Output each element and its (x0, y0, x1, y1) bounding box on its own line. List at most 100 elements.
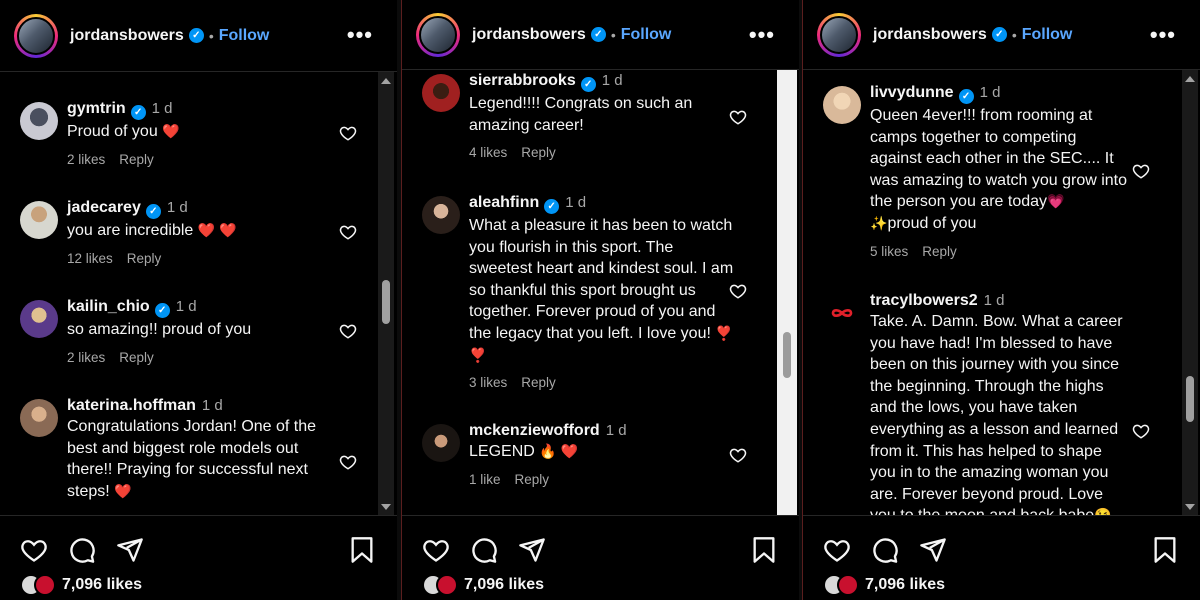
likes-summary[interactable]: 7,096 likes (20, 574, 142, 596)
post-username[interactable]: jordansbowers (472, 26, 586, 44)
comment-username[interactable]: katerina.hoffman (67, 397, 196, 414)
action-bar (422, 536, 546, 564)
commenter-avatar[interactable] (20, 102, 58, 140)
comment-username[interactable]: kailin_chio (67, 298, 150, 315)
share-icon[interactable] (919, 536, 947, 564)
separator-dot: • (1011, 26, 1017, 43)
sparkles-emoji: ✨ (870, 214, 888, 231)
commenter-avatar[interactable] (422, 424, 460, 462)
action-bar (20, 536, 144, 564)
profile-avatar[interactable] (14, 13, 58, 58)
commenter-avatar[interactable] (422, 196, 460, 234)
heart-icon[interactable] (339, 322, 357, 340)
scroll-down-icon[interactable] (381, 504, 391, 510)
save-icon[interactable] (751, 536, 777, 564)
scrollbar[interactable] (1182, 70, 1198, 516)
reply-button[interactable]: Reply (922, 244, 957, 259)
follow-button[interactable]: Follow (1022, 26, 1073, 44)
reply-button[interactable]: Reply (119, 152, 154, 167)
scroll-down-icon[interactable] (1185, 504, 1195, 510)
commenter-avatar[interactable] (20, 300, 58, 338)
comment-item: katerina.hoffman 1 d Congratulations Jord… (20, 397, 367, 502)
profile-avatar[interactable] (817, 12, 861, 57)
separator-dot: • (610, 26, 616, 43)
comment-username[interactable]: jadecarey (67, 199, 141, 216)
heart-icon[interactable] (729, 282, 747, 300)
comment-item: jadecarey ✓ 1 d you are incredible ❤️ ❤️ 1… (20, 199, 367, 266)
heart-icon[interactable] (1132, 162, 1150, 180)
post-panel-2: jordansbowers ✓ • Follow ••• sierrabbroo… (401, 0, 799, 600)
share-icon[interactable] (518, 536, 546, 564)
comment-icon[interactable] (470, 536, 498, 564)
scrollbar[interactable] (378, 72, 394, 516)
comment-icon[interactable] (68, 536, 96, 564)
post-panel-1: jordansbowers ✓ • Follow ••• gymtrin ✓ 1 d… (0, 0, 397, 600)
scrollbar-thumb[interactable] (382, 280, 390, 324)
share-icon[interactable] (116, 536, 144, 564)
likes-count[interactable]: 7,096 likes (62, 576, 142, 594)
like-heart-icon[interactable] (20, 536, 48, 564)
like-heart-icon[interactable] (823, 536, 851, 564)
likes-summary[interactable]: 7,096 likes (422, 574, 544, 596)
reply-button[interactable]: Reply (521, 145, 556, 160)
scrollbar[interactable] (777, 70, 797, 516)
reply-button[interactable]: Reply (119, 350, 154, 365)
comment-username[interactable]: aleahfinn (469, 194, 539, 211)
more-icon[interactable]: ••• (347, 22, 373, 48)
save-icon[interactable] (1152, 536, 1178, 564)
more-icon[interactable]: ••• (749, 22, 775, 48)
commenter-avatar[interactable] (823, 294, 861, 332)
save-icon[interactable] (349, 536, 375, 564)
comment-icon[interactable] (871, 536, 899, 564)
like-heart-icon[interactable] (422, 536, 450, 564)
profile-avatar[interactable] (416, 12, 460, 57)
comment-text: Legend!!!! Congrats on such an amazing c… (469, 95, 693, 134)
heart-icon[interactable] (729, 108, 747, 126)
post-panel-3: jordansbowers ✓ • Follow ••• livvydunne ✓… (802, 0, 1200, 600)
comment-likes[interactable]: 3 likes (469, 375, 507, 390)
heart-icon[interactable] (339, 124, 357, 142)
comment-text: Proud of you ❤️ (67, 121, 367, 143)
reply-button[interactable]: Reply (521, 375, 556, 390)
post-username[interactable]: jordansbowers (70, 27, 184, 45)
comment-text-body: Congratulations Jordan! One of the best … (67, 418, 317, 500)
likes-count[interactable]: 7,096 likes (865, 576, 945, 594)
follow-button[interactable]: Follow (219, 27, 270, 45)
more-icon[interactable]: ••• (1150, 22, 1176, 48)
comment-likes[interactable]: 5 likes (870, 244, 908, 259)
scroll-up-icon[interactable] (1185, 76, 1195, 82)
comment-username[interactable]: mckenziewofford (469, 422, 600, 439)
commenter-avatar[interactable] (20, 201, 58, 239)
comment-likes[interactable]: 1 like (469, 472, 501, 487)
heart-icon[interactable] (339, 223, 357, 241)
verified-icon: ✓ (544, 199, 560, 214)
scrollbar-thumb[interactable] (1186, 376, 1194, 422)
liker-avatar (436, 574, 458, 596)
actions-divider (803, 515, 1200, 516)
comment-username[interactable]: tracylbowers2 (870, 292, 978, 309)
comment-likes[interactable]: 4 likes (469, 145, 507, 160)
post-username[interactable]: jordansbowers (873, 26, 987, 44)
comment-username[interactable]: livvydunne (870, 84, 954, 101)
follow-button[interactable]: Follow (621, 26, 672, 44)
likes-summary[interactable]: 7,096 likes (823, 574, 945, 596)
heart-icon[interactable] (339, 453, 357, 471)
commenter-avatar[interactable] (20, 399, 58, 437)
likes-count[interactable]: 7,096 likes (464, 576, 544, 594)
commenter-avatar[interactable] (422, 74, 460, 112)
heart-icon[interactable] (729, 446, 747, 464)
comment-likes[interactable]: 12 likes (67, 251, 113, 266)
heart-icon[interactable] (1132, 422, 1150, 440)
comment-likes[interactable]: 2 likes (67, 152, 105, 167)
reply-button[interactable]: Reply (127, 251, 162, 266)
scrollbar-thumb[interactable] (783, 332, 791, 378)
comment-likes[interactable]: 2 likes (67, 350, 105, 365)
commenter-avatar[interactable] (823, 86, 861, 124)
comments-list: sierrabbrooks ✓ 1 d Legend!!!! Congrats on… (402, 70, 777, 516)
post-header: jordansbowers ✓ • Follow ••• (803, 0, 1200, 70)
comment-username[interactable]: sierrabbrooks (469, 72, 576, 89)
comment-time: 1 d (565, 194, 587, 211)
comment-username[interactable]: gymtrin (67, 100, 126, 117)
reply-button[interactable]: Reply (515, 472, 550, 487)
scroll-up-icon[interactable] (381, 78, 391, 84)
